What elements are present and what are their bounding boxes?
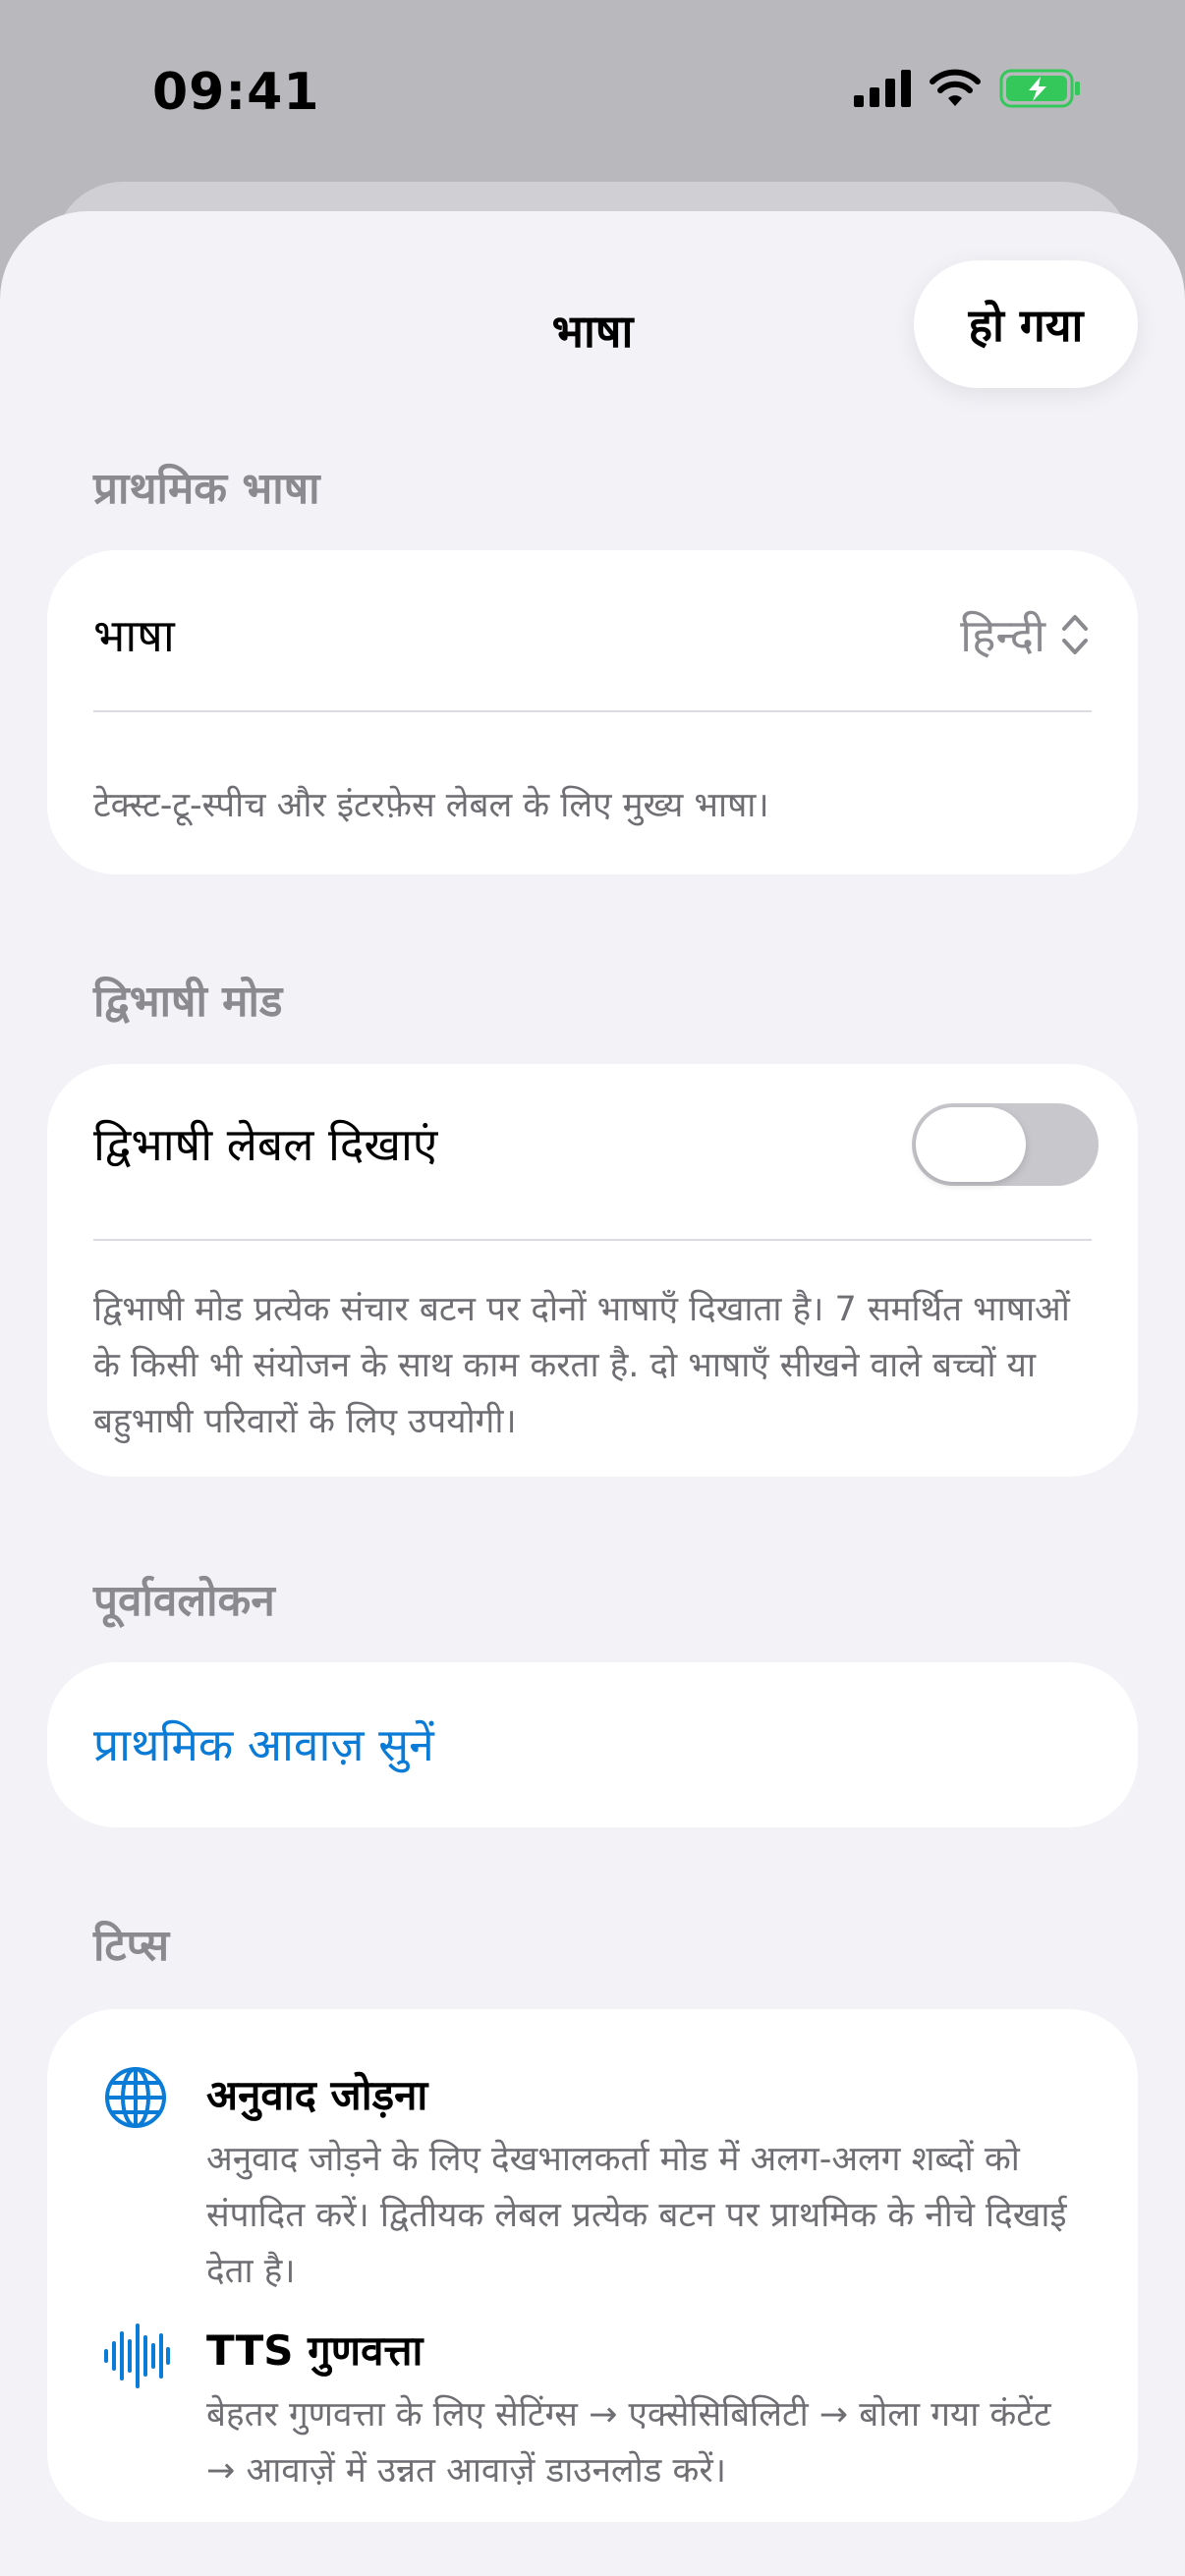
divider: [93, 1239, 1092, 1241]
language-sheet: भाषा हो गया प्राथमिक भाषा भाषा हिन्दी टे…: [0, 211, 1185, 2576]
bilingual-toggle-label: द्विभाषी लेबल दिखाएं: [93, 1118, 438, 1171]
language-row-label: भाषा: [93, 609, 175, 662]
primary-language-card: भाषा हिन्दी टेक्स्ट-टू-स्पीच और इंटरफ़ेस…: [47, 550, 1138, 874]
globe-icon: [105, 2067, 166, 2128]
tip-text-tts-quality: बेहतर गुणवत्ता के लिए सेटिंग्स → एक्सेसि…: [206, 2395, 1051, 2491]
tip-title-translation: अनुवाद जोड़ना: [206, 2071, 428, 2119]
tip-title-tts-quality: TTS गुणवत्ता: [206, 2326, 423, 2375]
language-value-text: हिन्दी: [960, 609, 1045, 662]
status-icons: [854, 69, 1082, 108]
divider: [93, 710, 1092, 712]
preview-card: प्राथमिक आवाज़ सुनें: [47, 1662, 1138, 1827]
status-time: 09:41: [152, 63, 320, 122]
section-header-tips: टिप्स: [93, 1921, 170, 1971]
section-header-preview: पूर्वावलोकन: [93, 1576, 275, 1626]
primary-language-footnote: टेक्स्ट-टू-स्पीच और इंटरफ़ेस लेबल के लिए…: [93, 786, 769, 825]
cellular-signal-icon: [854, 70, 911, 107]
play-primary-voice-link[interactable]: प्राथमिक आवाज़ सुनें: [93, 1713, 434, 1774]
bilingual-toggle[interactable]: [912, 1103, 1099, 1186]
tips-card: अनुवाद जोड़ना अनुवाद जोड़ने के लिए देखभा…: [47, 2009, 1138, 2522]
language-value[interactable]: हिन्दी: [960, 604, 1089, 665]
language-picker-row[interactable]: भाषा हिन्दी: [47, 550, 1138, 712]
done-button[interactable]: हो गया: [914, 260, 1138, 388]
bilingual-card: द्विभाषी लेबल दिखाएं द्विभाषी मोड प्रत्य…: [47, 1064, 1138, 1477]
bilingual-footnote: द्विभाषी मोड प्रत्येक संचार बटन पर दोनों…: [93, 1290, 1070, 1441]
waveform-icon: [104, 2324, 170, 2388]
toggle-knob: [916, 1107, 1026, 1182]
wifi-icon: [930, 69, 981, 106]
battery-charging-icon: [999, 69, 1080, 108]
section-header-bilingual: द्विभाषी मोड: [93, 977, 283, 1027]
status-bar: 09:41: [0, 0, 1185, 187]
chevron-up-down-icon: [1062, 615, 1088, 654]
tip-text-translation: अनुवाद जोड़ने के लिए देखभालकर्ता मोड में…: [206, 2140, 1067, 2291]
section-header-primary-language: प्राथमिक भाषा: [93, 464, 320, 514]
